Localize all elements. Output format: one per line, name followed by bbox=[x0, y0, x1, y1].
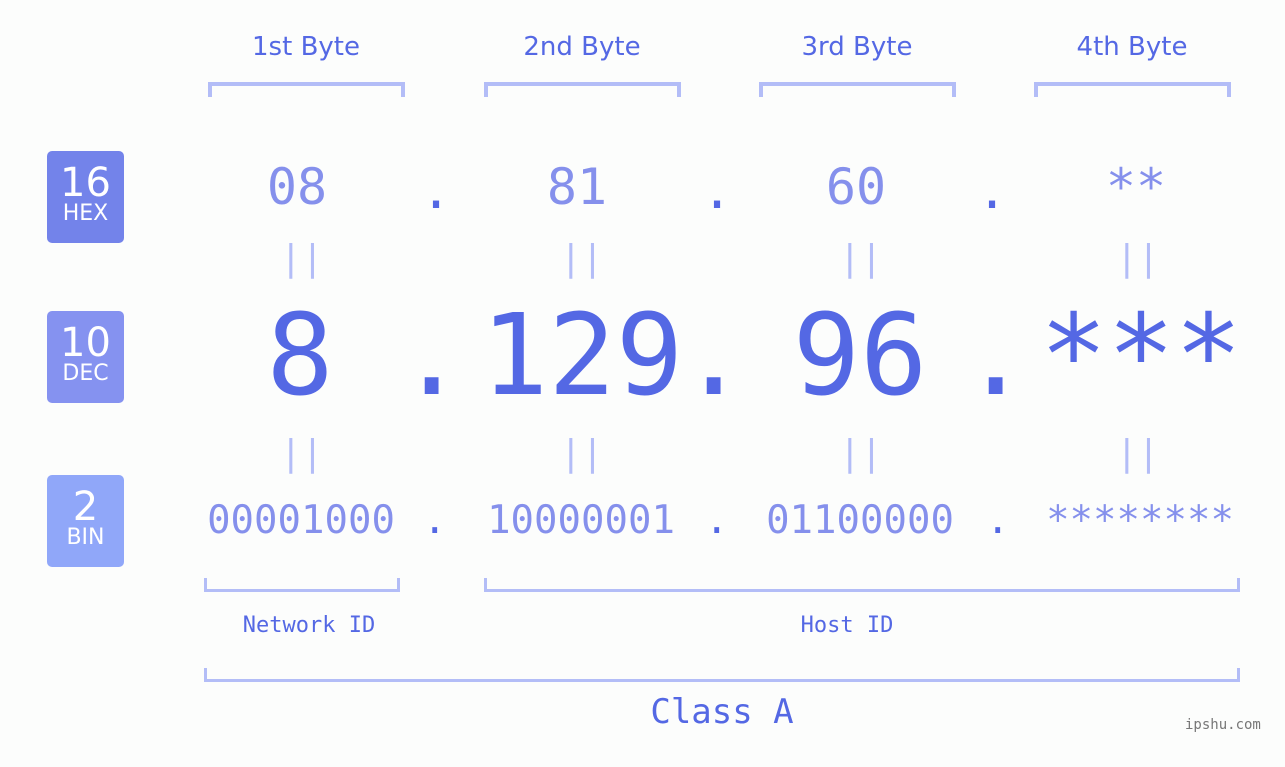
watermark: ipshu.com bbox=[1185, 717, 1261, 733]
hex-byte-4: ** bbox=[1105, 158, 1167, 216]
hex-base-label: HEX bbox=[62, 201, 109, 226]
dec-byte-4: *** bbox=[1039, 291, 1243, 421]
equals-sign: || bbox=[560, 238, 604, 279]
equals-sign: || bbox=[1116, 238, 1160, 279]
bin-byte-3: 01100000 bbox=[766, 498, 954, 543]
bin-base-label: BIN bbox=[66, 525, 105, 550]
hex-byte-2: 81 bbox=[546, 158, 608, 216]
bin-byte-1: 00001000 bbox=[207, 498, 395, 543]
class-bracket bbox=[204, 668, 1240, 682]
hex-separator-3: . bbox=[977, 162, 1008, 220]
byte-bracket-2 bbox=[484, 82, 681, 97]
bin-separator-1: . bbox=[423, 498, 447, 543]
bin-base-badge: 2 BIN bbox=[47, 475, 124, 567]
dec-base-number: 10 bbox=[60, 320, 111, 366]
bin-byte-2: 10000001 bbox=[487, 498, 675, 543]
network-id-label: Network ID bbox=[242, 613, 376, 638]
hex-byte-3: 60 bbox=[825, 158, 887, 216]
byte-header-3: 3rd Byte bbox=[801, 32, 913, 62]
dec-byte-3: 96 bbox=[792, 291, 928, 421]
equals-sign: || bbox=[839, 238, 883, 279]
class-label: Class A bbox=[650, 692, 794, 732]
bin-separator-2: . bbox=[705, 498, 729, 543]
dec-separator-3: . bbox=[962, 291, 1030, 421]
network-id-bracket bbox=[204, 578, 400, 592]
hex-base-badge: 16 HEX bbox=[47, 151, 124, 243]
host-id-bracket bbox=[484, 578, 1240, 592]
equals-sign: || bbox=[280, 433, 324, 474]
byte-bracket-3 bbox=[759, 82, 956, 97]
bin-byte-4: ******** bbox=[1046, 498, 1234, 543]
equals-sign: || bbox=[280, 238, 324, 279]
hex-separator-1: . bbox=[421, 162, 452, 220]
host-id-label: Host ID bbox=[800, 613, 894, 638]
equals-sign: || bbox=[839, 433, 883, 474]
bin-separator-3: . bbox=[986, 498, 1010, 543]
equals-sign: || bbox=[1116, 433, 1160, 474]
dec-separator-2: . bbox=[680, 291, 748, 421]
byte-header-2: 2nd Byte bbox=[523, 32, 641, 62]
dec-base-label: DEC bbox=[62, 361, 109, 386]
dec-byte-1: 8 bbox=[266, 291, 334, 421]
dec-byte-2: 129 bbox=[480, 291, 684, 421]
equals-sign: || bbox=[560, 433, 604, 474]
dec-separator-1: . bbox=[398, 291, 466, 421]
byte-bracket-4 bbox=[1034, 82, 1231, 97]
byte-bracket-1 bbox=[208, 82, 405, 97]
hex-separator-2: . bbox=[702, 162, 733, 220]
hex-byte-1: 08 bbox=[266, 158, 328, 216]
bin-base-number: 2 bbox=[72, 484, 99, 530]
dec-base-badge: 10 DEC bbox=[47, 311, 124, 403]
hex-base-number: 16 bbox=[60, 160, 111, 206]
byte-header-1: 1st Byte bbox=[252, 32, 360, 62]
byte-header-4: 4th Byte bbox=[1076, 32, 1188, 62]
